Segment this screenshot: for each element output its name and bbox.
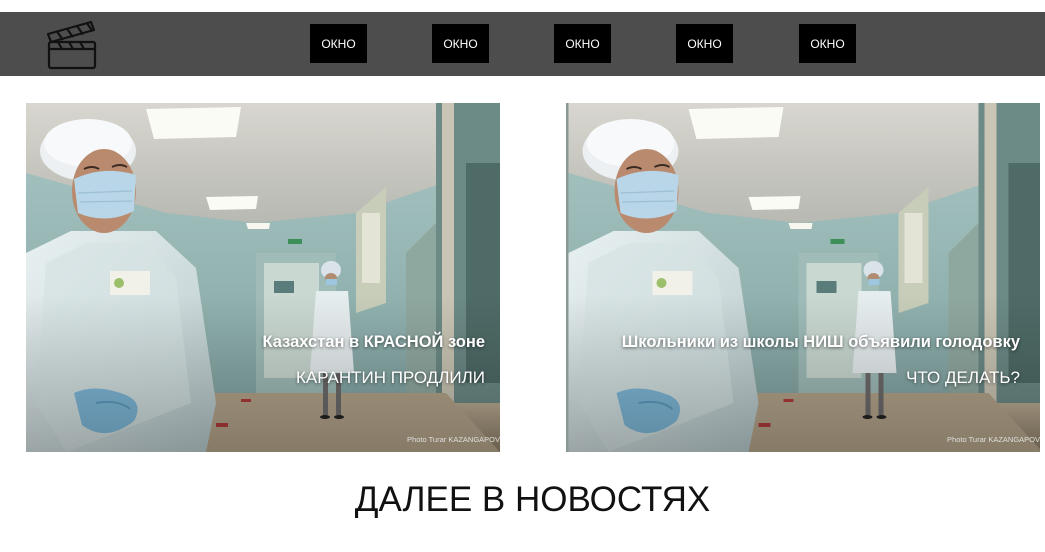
card-headline: Казахстан в КРАСНОЙ зоне [262,333,485,351]
nav-item-5[interactable]: ОКНО [799,24,856,63]
news-photo [26,103,500,452]
nav-item-3[interactable]: ОКНО [554,24,611,63]
clapperboard-icon[interactable] [44,18,98,70]
news-photo [567,103,1040,452]
nav-item-label: ОКНО [810,36,845,51]
card-subline: КАРАНТИН ПРОДЛИЛИ [296,368,485,387]
nav-item-label: ОКНО [687,36,722,51]
photo-credit: Photo Turar KAZANGAPOV [947,435,1040,444]
card-subline: ЧТО ДЕЛАТЬ? [906,368,1020,387]
news-card-2[interactable]: Школьники из школы НИШ объявили голодовк… [566,103,1040,452]
navbar: ОКНО ОКНО ОКНО ОКНО ОКНО [0,12,1045,76]
nav-item-label: ОКНО [443,36,478,51]
photo-credit: Photo Turar KAZANGAPOV [407,435,500,444]
section-title: ДАЛЕЕ В НОВОСТЯХ [354,480,711,519]
nav-item-1[interactable]: ОКНО [310,24,367,63]
news-card-1[interactable]: Казахстан в КРАСНОЙ зоне КАРАНТИН ПРОДЛИ… [26,103,500,452]
nav-item-label: ОКНО [321,36,356,51]
card-headline: Школьники из школы НИШ объявили голодовк… [621,333,1020,351]
nav-item-label: ОКНО [565,36,600,51]
nav-item-4[interactable]: ОКНО [676,24,733,63]
nav-item-2[interactable]: ОКНО [432,24,489,63]
